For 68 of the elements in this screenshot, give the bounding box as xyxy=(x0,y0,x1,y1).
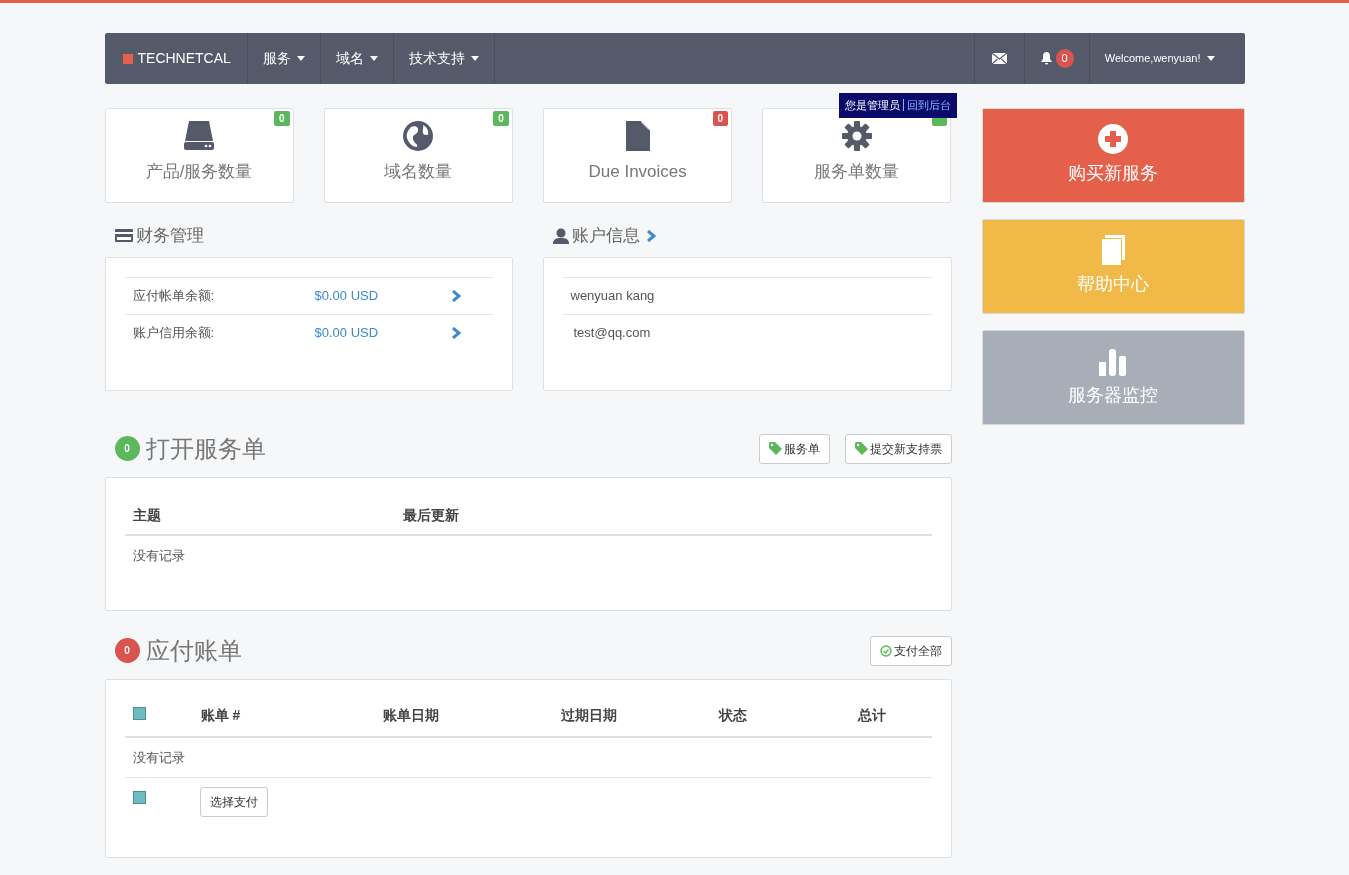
stat-label: 产品/服务数量 xyxy=(145,161,253,183)
caret-icon xyxy=(369,56,378,61)
check-circle-icon xyxy=(879,644,892,657)
count-badge: 0 xyxy=(493,111,509,126)
column-header: 过期日期 xyxy=(560,705,618,725)
brand-name[interactable]: TECHNETCAL xyxy=(137,48,231,69)
user-menu[interactable]: Welcome,wenyuan! xyxy=(1088,33,1245,84)
balance-amount[interactable]: $0.00 USD xyxy=(314,285,452,306)
globe-icon xyxy=(403,121,434,151)
column-header: 账单日期 xyxy=(382,705,440,725)
chevron-icon[interactable] xyxy=(451,326,461,339)
bell-icon[interactable] xyxy=(1039,52,1053,65)
empty-message: 没有记录 xyxy=(132,749,185,765)
gear-icon xyxy=(842,121,872,151)
caret-icon xyxy=(296,56,305,61)
section-title: 财务管理 xyxy=(135,225,204,247)
pay-all-button[interactable]: 支付全部 xyxy=(869,635,952,666)
column-header: 账单 # xyxy=(200,705,242,725)
stat-label: Due Invoices xyxy=(588,161,687,183)
stat-label: 服务单数量 xyxy=(814,161,900,183)
count-badge: 0 xyxy=(712,111,729,126)
mail-icon[interactable] xyxy=(991,53,1007,64)
nav-menu[interactable]: 域名 xyxy=(320,33,394,84)
column-header: 总计 xyxy=(857,705,886,725)
stat-card[interactable]: 0 产品/服务数量 xyxy=(104,108,294,203)
section-title: 账户信息 xyxy=(571,225,640,247)
section-title: 应付账单 xyxy=(145,635,242,666)
stat-card[interactable]: 0 域名数量 xyxy=(323,108,513,203)
admin-notice-text: 您是管理员 xyxy=(844,99,900,111)
nav-menu[interactable]: 服务 xyxy=(247,33,321,84)
checkbox[interactable] xyxy=(132,791,146,804)
caret-icon xyxy=(470,56,479,61)
admin-link[interactable]: 回到后台 xyxy=(902,99,951,111)
card-icon xyxy=(114,229,133,243)
action-label: 服务器监控 xyxy=(1068,384,1158,407)
count-badge: 0 xyxy=(114,436,140,461)
account-email: test@qq.com xyxy=(573,323,651,342)
balance-label: 账户信用余额: xyxy=(132,323,216,342)
nav-menu[interactable]: 技术支持 xyxy=(393,33,495,84)
ticket-button[interactable]: 提交新支持票 xyxy=(844,433,952,464)
count-badge: 0 xyxy=(273,111,290,126)
stat-label: 域名数量 xyxy=(384,161,453,183)
pay-selected-button[interactable]: 选择支付 xyxy=(199,787,268,817)
balance-amount[interactable]: $0.00 USD xyxy=(314,322,452,343)
column-header: 主题 xyxy=(132,505,162,525)
section-title: 打开服务单 xyxy=(145,433,266,464)
empty-message: 没有记录 xyxy=(132,547,185,563)
checkbox[interactable] xyxy=(132,707,146,720)
chevron-icon[interactable] xyxy=(646,229,656,242)
stat-card[interactable]: 0 Due Invoices xyxy=(543,108,733,203)
user-icon xyxy=(552,227,569,244)
balance-label: 应付帐单余额: xyxy=(132,286,216,305)
plus-circle-icon xyxy=(1098,124,1128,154)
tag-icon xyxy=(854,442,868,455)
tag-icon xyxy=(768,442,782,455)
action-label: 帮助中心 xyxy=(1077,273,1149,296)
brand-logo-icon xyxy=(122,53,133,64)
count-badge: 0 xyxy=(114,638,140,663)
account-name: wenyuan kang xyxy=(570,286,655,305)
ticket-button[interactable]: 服务单 xyxy=(758,433,830,464)
column-header: 最后更新 xyxy=(402,505,459,525)
drive-icon xyxy=(184,121,214,151)
caret-icon xyxy=(1206,56,1215,61)
column-header: 状态 xyxy=(718,705,748,725)
chevron-icon[interactable] xyxy=(451,289,461,302)
notification-badge: 0 xyxy=(1055,49,1074,68)
action-label: 购买新服务 xyxy=(1068,162,1158,185)
bar-chart-icon xyxy=(1098,346,1128,376)
